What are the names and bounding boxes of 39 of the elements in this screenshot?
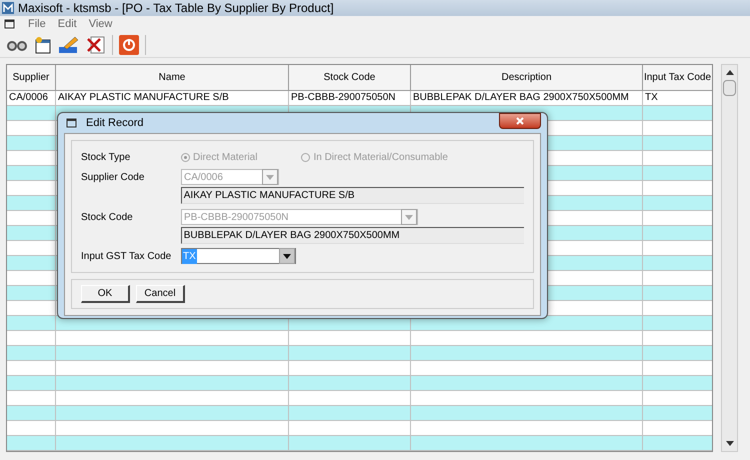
scroll-down-icon[interactable] bbox=[726, 441, 734, 446]
field-label: Stock Type bbox=[81, 150, 132, 164]
field-label: Stock Code bbox=[81, 210, 134, 224]
app-icon bbox=[2, 2, 14, 14]
field-label: Supplier Code bbox=[81, 170, 146, 184]
dialog-icon bbox=[66, 118, 78, 128]
supplier-code-dropdown[interactable]: CA/0006 bbox=[181, 169, 279, 185]
column-header[interactable]: Input Tax Code bbox=[643, 65, 712, 91]
delete-icon[interactable] bbox=[86, 36, 106, 54]
column-header[interactable]: Name bbox=[56, 65, 289, 91]
close-icon bbox=[516, 117, 524, 125]
power-icon[interactable] bbox=[119, 34, 139, 54]
radio-button[interactable] bbox=[181, 152, 190, 162]
menu-item[interactable]: File bbox=[28, 16, 46, 32]
supplier-name-field: AIKAY PLASTIC MANUFACTURE S/B bbox=[180, 187, 524, 204]
new-document-icon[interactable] bbox=[34, 36, 52, 54]
document-icon bbox=[4, 18, 16, 30]
stock-description-field: BUBBLEPAK D/LAYER BAG 2900X750X500MM bbox=[180, 227, 524, 244]
window-title: Maxisoft - ktsmsb - [PO - Tax Table By Supplier By Product] bbox=[18, 0, 334, 17]
scroll-up-icon[interactable] bbox=[726, 70, 734, 75]
stock-code-dropdown[interactable]: PB-CBBB-290075050N bbox=[181, 209, 418, 225]
tax-code-dropdown[interactable]: TX bbox=[181, 248, 296, 264]
menu-item[interactable]: Edit bbox=[58, 16, 77, 32]
field-label: Input GST Tax Code bbox=[81, 250, 172, 264]
caret-icon bbox=[283, 254, 291, 258]
edit-pencil-icon[interactable] bbox=[58, 36, 80, 54]
menu-item[interactable]: View bbox=[88, 16, 112, 32]
dropdown-button[interactable] bbox=[279, 248, 295, 264]
scroll-thumb[interactable] bbox=[723, 80, 736, 96]
column-header[interactable]: Description bbox=[411, 65, 643, 91]
column-header[interactable]: Supplier bbox=[7, 65, 56, 91]
column-header[interactable]: Stock Code bbox=[289, 65, 411, 91]
radio-button[interactable] bbox=[301, 152, 310, 162]
scrollbar[interactable] bbox=[721, 64, 738, 452]
caret-icon bbox=[405, 214, 413, 220]
close-button[interactable] bbox=[499, 113, 541, 129]
dialog-button[interactable]: OK bbox=[81, 285, 130, 303]
dialog-button[interactable]: Cancel bbox=[136, 285, 185, 303]
dialog-title: Edit Record bbox=[86, 116, 144, 131]
